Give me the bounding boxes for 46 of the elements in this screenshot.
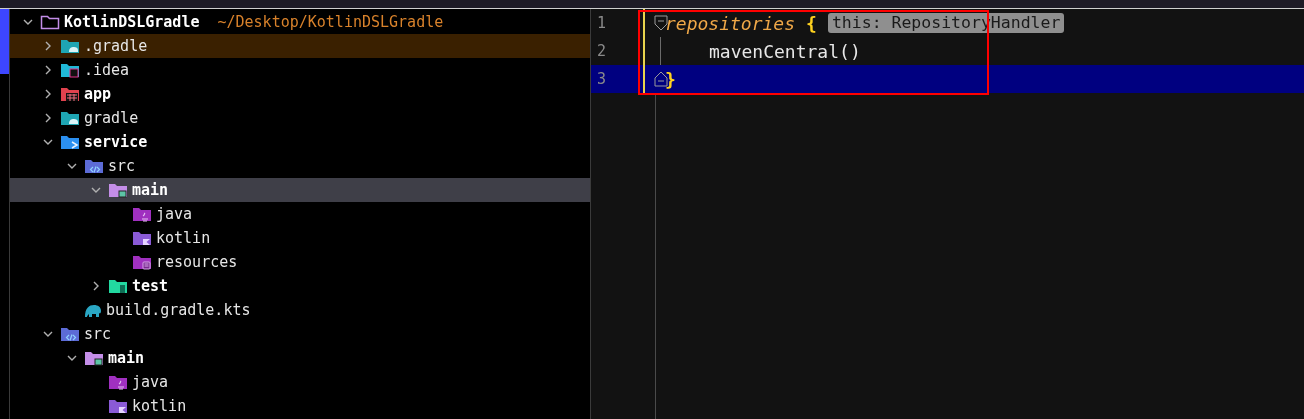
tree-item-label[interactable]: resources xyxy=(156,250,238,274)
brace: } xyxy=(665,67,676,92)
module-folder-icon xyxy=(60,134,80,150)
highlighted-tree-row[interactable]: .gradle xyxy=(10,34,590,58)
folder-icon xyxy=(40,14,60,30)
gradle-folder-icon xyxy=(60,38,80,54)
brace: { xyxy=(806,11,817,36)
java-folder-icon xyxy=(132,206,152,222)
function-name: repositories xyxy=(665,11,796,36)
code-text: mavenCentral() xyxy=(709,39,861,64)
tree-item-label[interactable]: kotlin xyxy=(156,226,211,250)
tree-item-label[interactable]: kotlin xyxy=(132,394,187,418)
fold-icon[interactable] xyxy=(654,71,668,87)
java-folder-icon xyxy=(108,374,128,390)
tree-item-label[interactable]: KotlinDSLGradle xyxy=(64,10,200,34)
line-number: 2 xyxy=(597,40,608,62)
kotlin-folder-icon xyxy=(132,230,152,246)
tree-item-label[interactable]: test xyxy=(132,274,169,298)
tree-item-label[interactable]: app xyxy=(84,82,112,106)
line-number: 1 xyxy=(597,12,608,34)
tree-item-label[interactable]: .idea xyxy=(84,58,130,82)
source-folder-icon xyxy=(60,326,80,342)
tree-item-label[interactable]: java xyxy=(132,370,169,394)
module-folder-icon xyxy=(60,86,80,102)
selected-tree-row[interactable]: main xyxy=(10,178,590,202)
test-folder-icon xyxy=(108,278,128,294)
kotlin-folder-icon xyxy=(108,398,128,414)
folder-icon xyxy=(84,350,104,366)
source-folder-icon xyxy=(84,158,104,174)
tree-item-label[interactable]: src xyxy=(84,322,112,346)
project-path: ~/Desktop/KotlinDSLGradle xyxy=(217,11,444,33)
tree-item-label[interactable]: service xyxy=(84,130,148,154)
tree-item-label[interactable]: build.gradle.kts xyxy=(106,298,251,322)
tree-item-label[interactable]: .gradle xyxy=(84,34,148,58)
tree-item-label[interactable]: java xyxy=(156,202,193,226)
idea-folder-icon xyxy=(60,62,80,78)
gradle-folder-icon xyxy=(60,110,80,126)
tree-item-label[interactable]: main xyxy=(108,346,145,370)
tree-item-label[interactable]: src xyxy=(108,154,136,178)
fold-icon[interactable] xyxy=(654,15,668,31)
elephant-icon xyxy=(84,302,102,318)
tree-item-label[interactable]: main xyxy=(132,178,169,202)
folder-icon xyxy=(108,182,128,198)
resources-folder-icon xyxy=(132,254,152,270)
line-number: 3 xyxy=(597,68,608,90)
tree-item-label[interactable]: gradle xyxy=(84,106,139,130)
